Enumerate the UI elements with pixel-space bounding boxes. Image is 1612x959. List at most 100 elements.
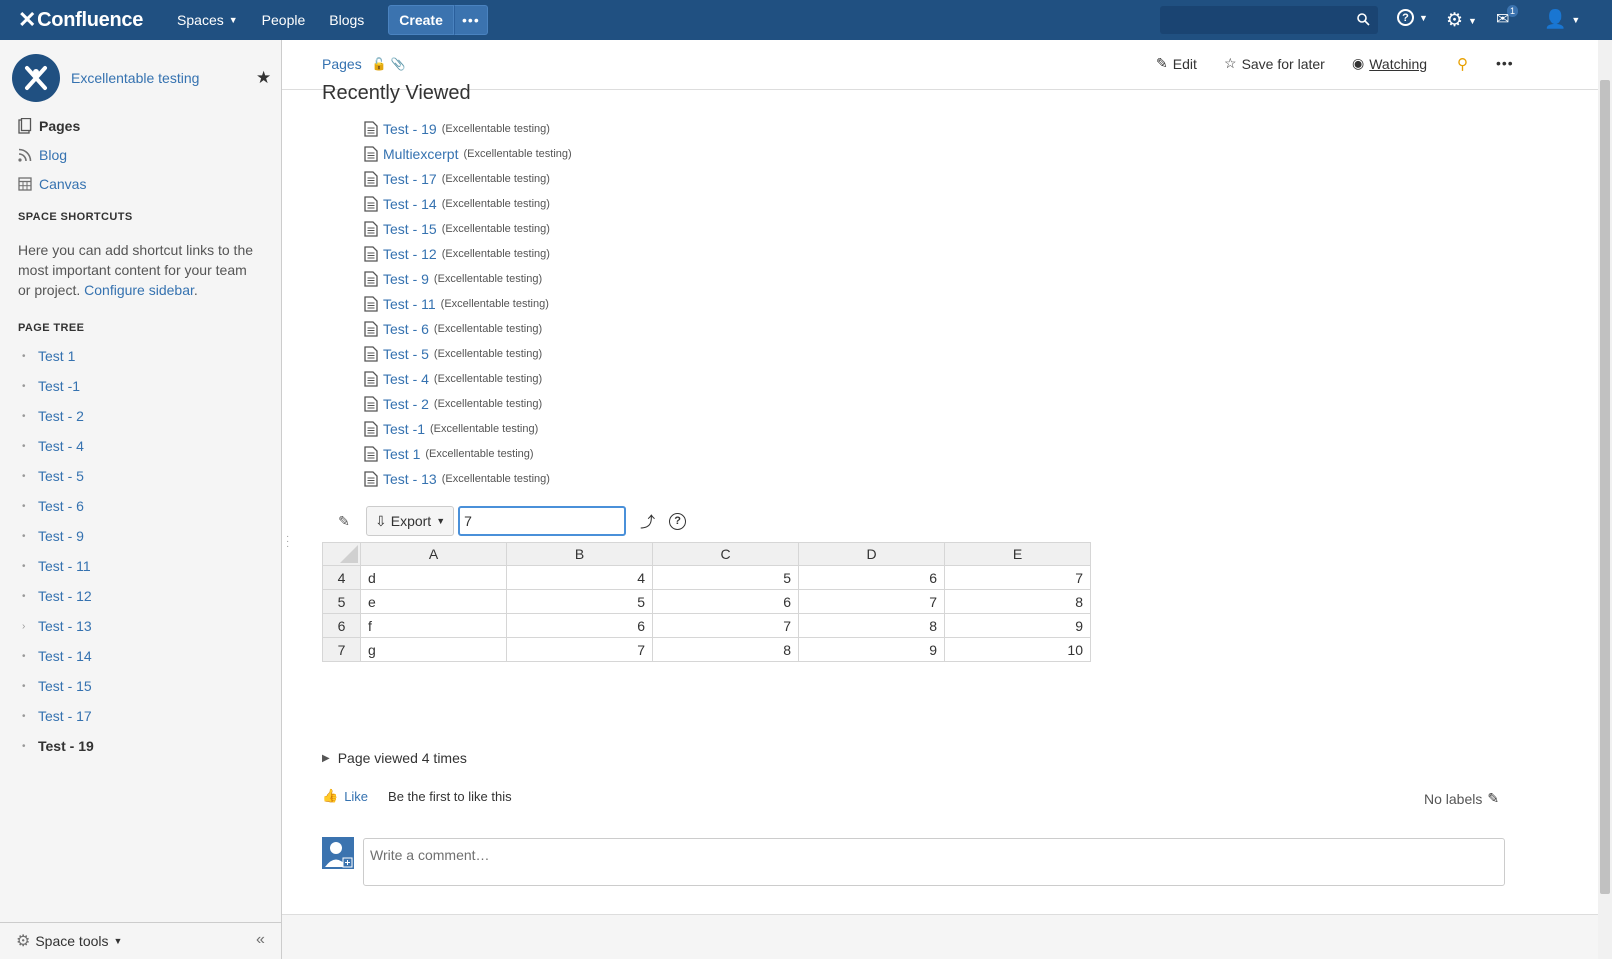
sidebar-resize-handle[interactable]: · · · [286, 532, 289, 552]
table-cell[interactable]: 6 [798, 565, 945, 590]
column-header[interactable]: D [798, 542, 945, 566]
help-menu[interactable]: ? ▼ [1397, 9, 1428, 26]
table-cell[interactable]: 10 [944, 637, 1091, 662]
row-header[interactable]: 7 [322, 637, 361, 662]
recent-page-link[interactable]: Multiexcerpt [383, 146, 458, 162]
recent-page-link[interactable]: Test - 14 [383, 196, 437, 212]
tree-item[interactable]: • Test - 5 [18, 461, 94, 491]
table-cell[interactable]: g [360, 637, 507, 662]
create-more-button[interactable]: ••• [453, 5, 488, 35]
recent-page-link[interactable]: Test - 4 [383, 371, 429, 387]
page-scrollbar[interactable] [1598, 40, 1612, 959]
collapse-sidebar-icon[interactable]: « [256, 931, 265, 949]
nav-blogs[interactable]: Blogs [329, 12, 364, 28]
user-menu[interactable]: 👤 ▼ [1544, 9, 1580, 30]
tree-item[interactable]: • Test - 9 [18, 521, 94, 551]
tree-item-current[interactable]: • Test - 19 [18, 731, 94, 761]
confluence-logo[interactable]: ✕ Confluence [18, 7, 143, 33]
tree-item[interactable]: • Test - 17 [18, 701, 94, 731]
recent-page-link[interactable]: Test - 19 [383, 121, 437, 137]
table-cell[interactable]: 8 [652, 637, 799, 662]
save-for-later-button[interactable]: ☆ Save for later [1224, 55, 1325, 72]
breadcrumb-pages[interactable]: Pages [322, 56, 362, 72]
table-cell[interactable]: 8 [944, 589, 1091, 614]
row-header[interactable]: 5 [322, 589, 361, 614]
search-input[interactable] [1160, 6, 1378, 34]
recent-page-link[interactable]: Test - 11 [383, 296, 436, 312]
recent-page-link[interactable]: Test - 9 [383, 271, 429, 287]
tree-item[interactable]: • Test - 6 [18, 491, 94, 521]
configure-sidebar-link[interactable]: Configure sidebar [84, 282, 194, 298]
export-button[interactable]: ⇩ Export ▼ [366, 506, 455, 536]
table-cell[interactable]: 7 [652, 613, 799, 638]
sidebar-item-canvas[interactable]: Canvas [18, 176, 86, 192]
watching-button[interactable]: ◉ Watching [1352, 55, 1427, 72]
table-cell[interactable]: 6 [652, 589, 799, 614]
sidebar-item-blog[interactable]: Blog [18, 147, 67, 163]
sidebar-item-pages[interactable]: Pages [18, 118, 80, 134]
column-header[interactable]: C [652, 542, 799, 566]
table-cell[interactable]: 9 [944, 613, 1091, 638]
recent-page-link[interactable]: Test 1 [383, 446, 420, 462]
select-all-corner[interactable] [322, 542, 361, 566]
share-link-button[interactable]: ⚲ [1457, 55, 1468, 73]
star-icon[interactable]: ★ [256, 68, 271, 88]
table-cell[interactable]: 9 [798, 637, 945, 662]
recent-page-link[interactable]: Test - 13 [383, 471, 437, 487]
unlock-icon[interactable]: 🔓 [372, 57, 387, 71]
recent-page-link[interactable]: Test - 2 [383, 396, 429, 412]
tree-item[interactable]: • Test - 4 [18, 431, 94, 461]
row-header[interactable]: 4 [322, 565, 361, 590]
table-cell[interactable]: 7 [944, 565, 1091, 590]
tree-item[interactable]: • Test - 12 [18, 581, 94, 611]
column-header[interactable]: E [944, 542, 1091, 566]
table-cell[interactable]: 6 [506, 613, 653, 638]
tree-item[interactable]: › Test - 13 [18, 611, 94, 641]
nav-spaces[interactable]: Spaces ▼ [177, 12, 238, 28]
attachment-icon[interactable]: 📎 [391, 57, 406, 71]
formula-input[interactable] [458, 506, 627, 536]
page-viewed-toggle[interactable]: ▶ Page viewed 4 times [322, 750, 467, 766]
table-cell[interactable]: 7 [798, 589, 945, 614]
table-cell[interactable]: 4 [506, 565, 653, 590]
table-cell[interactable]: 7 [506, 637, 653, 662]
scrollbar-thumb[interactable] [1600, 80, 1610, 894]
recent-page-link[interactable]: Test - 17 [383, 171, 437, 187]
column-header[interactable]: B [506, 542, 653, 566]
settings-menu[interactable]: ⚙ ▼ [1446, 9, 1477, 32]
comment-input[interactable]: Write a comment… [363, 838, 1505, 886]
tree-item[interactable]: • Test - 11 [18, 551, 94, 581]
more-actions-button[interactable]: ••• [1496, 55, 1514, 71]
tree-item[interactable]: • Test - 2 [18, 401, 94, 431]
recent-page-link[interactable]: Test - 5 [383, 346, 429, 362]
table-cell[interactable]: f [360, 613, 507, 638]
recent-page-link[interactable]: Test - 12 [383, 246, 437, 262]
table-cell[interactable]: d [360, 565, 507, 590]
notifications-button[interactable]: ✉ 1 [1496, 5, 1519, 29]
space-name-link[interactable]: Excellentable testing [71, 70, 199, 86]
pencil-icon[interactable]: ✎ [322, 513, 366, 530]
like-button[interactable]: 👍 Like [322, 788, 368, 804]
space-tools-button[interactable]: ⚙ Space tools ▼ [16, 931, 122, 951]
expand-chevron-icon[interactable]: › [18, 621, 38, 632]
row-header[interactable]: 6 [322, 613, 361, 638]
table-cell[interactable]: 5 [506, 589, 653, 614]
table-cell[interactable]: e [360, 589, 507, 614]
help-icon[interactable]: ? [669, 512, 687, 530]
share-icon[interactable]: ⤴ [640, 511, 655, 532]
labels-section[interactable]: No labels ✎ [1424, 790, 1499, 807]
recent-page-link[interactable]: Test - 15 [383, 221, 437, 237]
table-cell[interactable]: 5 [652, 565, 799, 590]
recent-page-link[interactable]: Test - 6 [383, 321, 429, 337]
column-header[interactable]: A [360, 542, 507, 566]
tree-item[interactable]: • Test 1 [18, 341, 94, 371]
tree-item[interactable]: • Test - 15 [18, 671, 94, 701]
space-logo[interactable] [12, 54, 60, 102]
tree-item[interactable]: • Test -1 [18, 371, 94, 401]
create-button[interactable]: Create [388, 5, 454, 35]
table-cell[interactable]: 8 [798, 613, 945, 638]
nav-people[interactable]: People [262, 12, 306, 28]
tree-item[interactable]: • Test - 14 [18, 641, 94, 671]
edit-button[interactable]: ✎ Edit [1156, 55, 1197, 72]
recent-page-link[interactable]: Test -1 [383, 421, 425, 437]
